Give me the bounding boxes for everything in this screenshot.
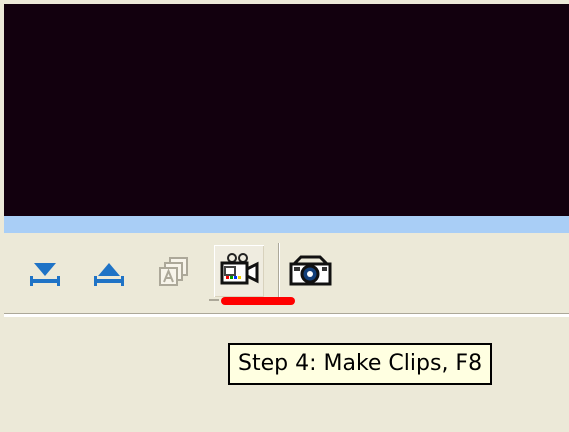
panel-divider (4, 313, 569, 317)
film-camera-icon (220, 253, 259, 285)
timeline-strip[interactable] (4, 216, 569, 233)
snapshot-button[interactable] (286, 245, 336, 297)
stacked-windows-a-icon (159, 257, 188, 286)
up-arrow-icon (94, 263, 124, 286)
overlay-text-button[interactable] (150, 245, 200, 297)
photo-camera-icon (289, 255, 332, 286)
video-editor-window: Step 4: Make Clips, F8 (0, 0, 569, 432)
move-up-button[interactable] (84, 245, 134, 297)
move-down-button[interactable] (20, 245, 70, 297)
tooltip: Step 4: Make Clips, F8 (228, 343, 493, 385)
make-clips-button[interactable] (214, 245, 264, 297)
down-arrow-icon (30, 263, 60, 286)
toolbar-separator (278, 243, 280, 301)
marker-tick (209, 299, 219, 301)
active-step-marker (221, 297, 295, 305)
video-preview (4, 4, 569, 216)
